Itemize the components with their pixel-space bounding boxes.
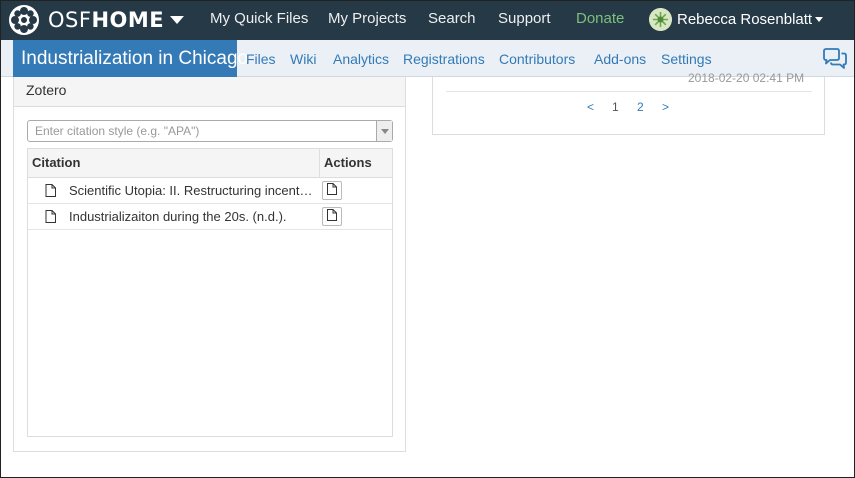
copy-citation-button[interactable] bbox=[322, 207, 342, 226]
project-nav-registrations[interactable]: Registrations bbox=[403, 51, 485, 67]
document-icon bbox=[327, 182, 337, 200]
pagination-page-2[interactable]: 2 bbox=[637, 100, 644, 114]
nav-my-quick-files[interactable]: My Quick Files bbox=[210, 10, 308, 27]
top-navbar: OSFHOME My Quick Files My Projects Searc… bbox=[0, 0, 855, 40]
project-nav-settings[interactable]: Settings bbox=[661, 51, 712, 67]
citation-style-placeholder: Enter citation style (e.g. "APA") bbox=[35, 124, 200, 138]
citation-text[interactable]: Scientific Utopia: II. Restructuring inc… bbox=[69, 183, 313, 198]
pagination-page-1[interactable]: 1 bbox=[612, 100, 619, 114]
zotero-panel-heading: Zotero bbox=[14, 77, 405, 107]
osf-logo-icon bbox=[8, 4, 40, 36]
citation-text[interactable]: Industrializaiton during the 20s. (n.d.)… bbox=[69, 209, 313, 224]
brand-label-bold: HOME bbox=[91, 8, 165, 32]
user-menu[interactable]: Rebecca Rosenblatt bbox=[649, 8, 824, 31]
copy-citation-button[interactable] bbox=[322, 181, 342, 200]
column-header-actions-cell: Actions bbox=[319, 149, 392, 178]
document-icon bbox=[45, 210, 56, 228]
chat-bubbles-icon[interactable] bbox=[822, 48, 848, 75]
caret-down-icon[interactable] bbox=[170, 16, 185, 24]
project-nav-analytics[interactable]: Analytics bbox=[333, 51, 389, 67]
activity-timestamp: 2018-02-20 02:41 PM bbox=[688, 71, 805, 85]
brand-label: OSFHOME bbox=[48, 8, 164, 32]
dropdown-arrow-icon[interactable] bbox=[376, 121, 392, 141]
citation-style-select[interactable]: Enter citation style (e.g. "APA") bbox=[27, 120, 393, 142]
zotero-panel: Zotero Enter citation style (e.g. "APA")… bbox=[13, 77, 406, 452]
brand-label-light: OSF bbox=[48, 8, 92, 32]
nav-my-projects[interactable]: My Projects bbox=[328, 10, 406, 27]
project-nav-files[interactable]: Files bbox=[246, 51, 276, 67]
citation-table: Citation Actions Scientific Utopia: II. … bbox=[27, 148, 393, 437]
project-nav-contributors[interactable]: Contributors bbox=[499, 51, 575, 67]
pagination-prev[interactable]: < bbox=[587, 100, 594, 114]
citation-table-header: Citation Actions bbox=[28, 149, 392, 178]
project-nav-wiki[interactable]: Wiki bbox=[290, 51, 316, 67]
table-row: Scientific Utopia: II. Restructuring inc… bbox=[28, 178, 392, 204]
document-icon bbox=[45, 184, 56, 202]
recent-activity-panel: 2018-02-20 02:41 PM < 1 2 > bbox=[432, 71, 825, 135]
pagination: < 1 2 > bbox=[433, 100, 824, 116]
nav-donate[interactable]: Donate bbox=[576, 10, 624, 27]
nav-search[interactable]: Search bbox=[428, 10, 476, 27]
project-nav-add-ons[interactable]: Add-ons bbox=[594, 51, 646, 67]
avatar bbox=[649, 8, 672, 31]
user-name: Rebecca Rosenblatt bbox=[677, 11, 813, 28]
divider bbox=[446, 91, 812, 92]
osf-home-brand[interactable]: OSFHOME bbox=[8, 4, 185, 36]
column-header-actions: Actions bbox=[324, 155, 372, 170]
table-row: Industrializaiton during the 20s. (n.d.)… bbox=[28, 204, 392, 230]
panel-title: Zotero bbox=[26, 82, 67, 98]
caret-down-icon bbox=[815, 17, 824, 22]
column-header-citation: Citation bbox=[32, 155, 81, 170]
project-title[interactable]: Industrialization in Chicago bbox=[13, 40, 248, 77]
nav-support[interactable]: Support bbox=[498, 10, 551, 27]
pagination-next[interactable]: > bbox=[662, 100, 669, 114]
document-icon bbox=[327, 208, 337, 226]
